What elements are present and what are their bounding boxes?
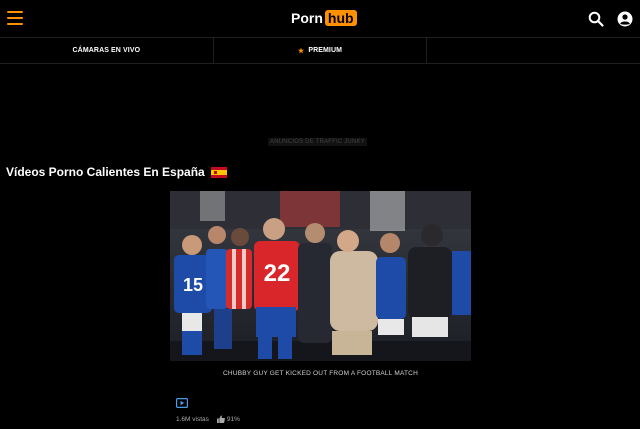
ad-label[interactable]: ANUNCIOS DE TRAFFIC JUNKY — [268, 138, 367, 146]
rating-percent: 91% — [226, 415, 240, 423]
top-header: Porn hub — [0, 0, 640, 37]
view-count: 1.6M vistas — [176, 415, 209, 423]
section-title: Vídeos Porno Calientes En España — [6, 165, 227, 179]
video-title[interactable]: CHUBBY GUY GET KICKED OUT FROM A FOOTBAL… — [170, 370, 471, 377]
video-thumbnail[interactable]: 15 22 — [170, 191, 471, 361]
nav-item-empty[interactable] — [427, 38, 640, 63]
thumbs-up-icon — [216, 415, 225, 423]
nav-item-label: PREMIUM — [308, 47, 343, 54]
logo-left-text: Porn — [291, 10, 323, 26]
search-icon[interactable] — [588, 11, 604, 27]
nav-item-label: CÁMARAS EN VIVO — [72, 47, 141, 54]
star-icon: ★ — [297, 47, 305, 55]
jersey-number-15: 15 — [183, 275, 203, 295]
video-stats: 1.6M vistas 91% — [176, 415, 240, 423]
menu-icon[interactable] — [7, 11, 23, 25]
user-account-icon[interactable] — [617, 11, 633, 27]
logo-right-text: hub — [324, 10, 357, 26]
video-icon — [176, 398, 188, 408]
section-title-text: Vídeos Porno Calientes En España — [6, 165, 205, 179]
site-logo[interactable]: Porn hub — [291, 9, 357, 27]
nav-item-premium[interactable]: ★ PREMIUM — [214, 38, 428, 63]
top-nav: CÁMARAS EN VIVO ★ PREMIUM — [0, 37, 640, 64]
jersey-number-22: 22 — [264, 260, 291, 287]
spain-flag-icon — [210, 166, 227, 178]
nav-item-live-cams[interactable]: CÁMARAS EN VIVO — [0, 38, 214, 63]
